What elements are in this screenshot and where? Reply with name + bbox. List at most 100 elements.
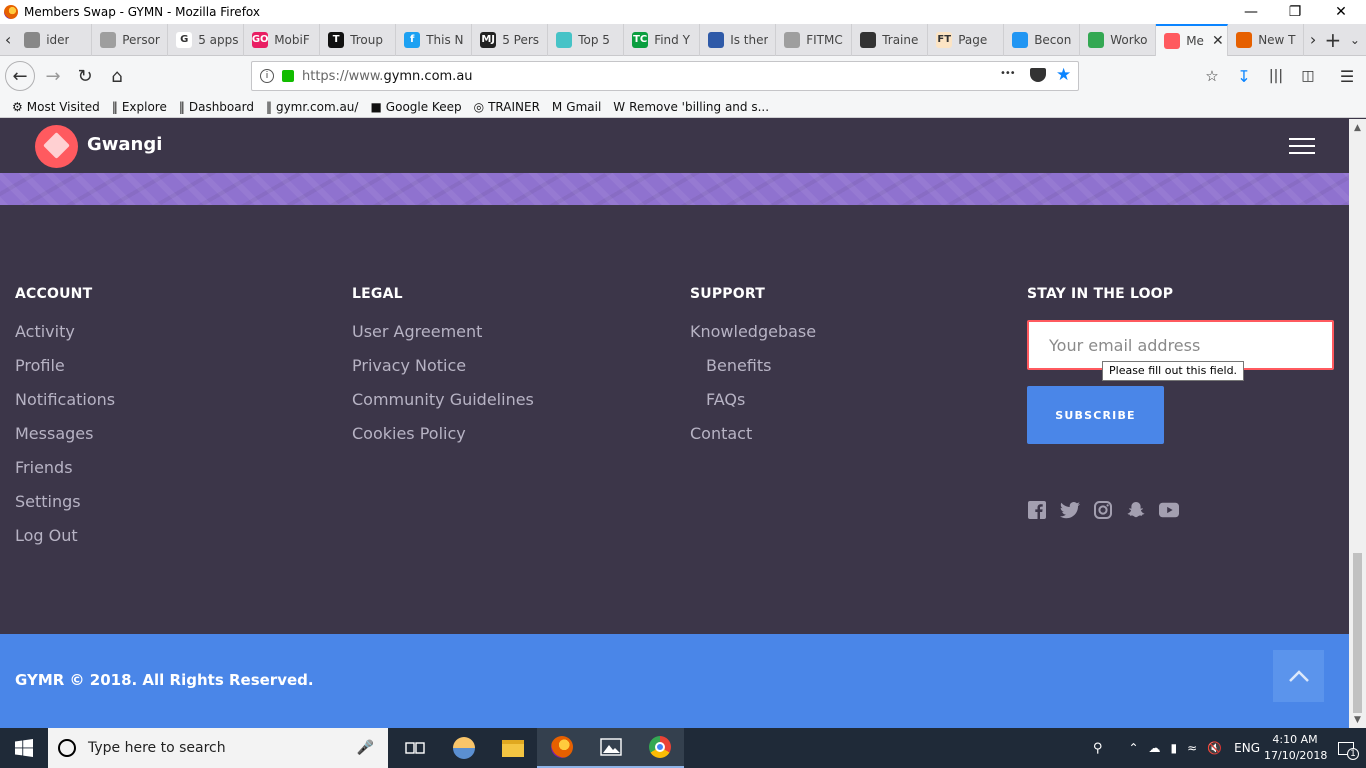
file-explorer-icon[interactable] — [488, 728, 537, 768]
task-view-icon[interactable] — [390, 728, 439, 768]
bookmark-item[interactable]: ‖ gymr.com.au/ — [266, 100, 359, 114]
browser-tab[interactable]: f This N — [396, 23, 473, 56]
scrollbar-thumb[interactable] — [1353, 553, 1362, 713]
browser-tab[interactable]: FITMC — [776, 23, 853, 56]
account-link[interactable]: Friends — [15, 458, 115, 492]
weather-app-icon[interactable] — [439, 728, 488, 768]
scroll-tabs-right-icon[interactable]: › — [1304, 24, 1322, 56]
tab-list-chevron-icon[interactable]: ⌄ — [1344, 24, 1366, 56]
page-actions-icon[interactable]: ••• — [1000, 68, 1016, 79]
legal-link[interactable]: Privacy Notice — [352, 356, 534, 390]
sidebar-icon[interactable]: ◫ — [1293, 61, 1323, 91]
page-scrollbar[interactable]: ▲ ▼ — [1349, 119, 1366, 728]
account-link[interactable]: Notifications — [15, 390, 115, 424]
legal-link[interactable]: User Agreement — [352, 322, 534, 356]
forward-button[interactable]: → — [38, 61, 68, 91]
browser-tab[interactable]: TC Find Y — [624, 23, 701, 56]
scroll-down-arrow-icon[interactable]: ▼ — [1349, 711, 1366, 728]
bookmark-item[interactable]: ‖ Dashboard — [179, 100, 254, 114]
scroll-tabs-left-icon[interactable]: ‹ — [0, 24, 16, 56]
reload-button[interactable]: ↻ — [70, 61, 100, 91]
tab-favicon-icon — [784, 31, 801, 48]
battery-icon[interactable]: ▮ — [1171, 741, 1178, 755]
browser-tab[interactable]: Top 5 — [548, 23, 625, 56]
scroll-up-arrow-icon[interactable]: ▲ — [1349, 119, 1366, 136]
browser-tab[interactable]: New T — [1228, 23, 1305, 56]
youtube-icon[interactable] — [1159, 500, 1179, 520]
browser-tab[interactable]: MJ 5 Pers — [472, 23, 549, 56]
support-link[interactable]: Contact — [690, 424, 816, 458]
support-link[interactable]: FAQs — [690, 390, 816, 424]
hamburger-menu-icon[interactable] — [1289, 138, 1315, 155]
browser-tab[interactable]: Becon — [1004, 23, 1081, 56]
reader-icon[interactable]: ☆ — [1197, 61, 1227, 91]
tab-favicon-icon — [1164, 32, 1181, 49]
account-link[interactable]: Profile — [15, 356, 115, 390]
downloads-icon[interactable]: ↧ — [1229, 61, 1259, 91]
legal-link[interactable]: Community Guidelines — [352, 390, 534, 424]
restore-button[interactable]: ❐ — [1272, 0, 1318, 24]
back-to-top-button[interactable] — [1273, 650, 1324, 702]
bookmark-item[interactable]: ■ Google Keep — [370, 100, 461, 114]
snapchat-icon[interactable] — [1126, 500, 1146, 520]
library-icon[interactable]: ||| — [1261, 61, 1291, 91]
account-link[interactable]: Settings — [15, 492, 115, 526]
account-link[interactable]: Log Out — [15, 526, 115, 560]
twitter-icon[interactable] — [1060, 500, 1080, 520]
site-info-icon[interactable]: i — [260, 69, 274, 83]
onedrive-error-icon[interactable]: ☁ — [1149, 741, 1161, 755]
show-hidden-icons-chevron-icon[interactable]: ⌃ — [1128, 741, 1138, 755]
photos-app-icon[interactable] — [586, 728, 635, 768]
close-tab-icon[interactable]: ✕ — [1212, 33, 1224, 49]
taskbar-search-box[interactable]: Type here to search 🎤 — [48, 728, 388, 768]
tab-active[interactable]: Me ✕ — [1156, 23, 1229, 56]
chrome-taskbar-icon[interactable] — [635, 728, 684, 768]
home-button[interactable]: ⌂ — [102, 61, 132, 91]
microphone-icon[interactable]: 🎤 — [357, 740, 374, 756]
minimize-button[interactable]: — — [1228, 0, 1274, 24]
menu-icon[interactable]: ☰ — [1332, 61, 1362, 91]
site-logo-icon[interactable] — [35, 125, 78, 168]
bookmark-star-icon[interactable]: ★ — [1056, 65, 1071, 85]
tab-label: FITMC — [806, 32, 843, 47]
bookmark-item[interactable]: ⚙ Most Visited — [12, 100, 100, 114]
browser-tab[interactable]: Is ther — [700, 23, 777, 56]
support-link[interactable]: Benefits — [690, 356, 816, 390]
bookmark-item[interactable]: ‖ Explore — [112, 100, 167, 114]
bookmark-item[interactable]: M Gmail — [552, 100, 601, 114]
browser-tab[interactable]: T Troup — [320, 23, 397, 56]
site-brand[interactable]: Gwangi — [87, 134, 162, 155]
wifi-icon[interactable]: ≈ — [1187, 741, 1197, 755]
browser-tab[interactable]: Traine — [852, 23, 929, 56]
action-center-icon[interactable]: 1 — [1326, 728, 1366, 768]
facebook-icon[interactable] — [1027, 500, 1047, 520]
people-icon[interactable]: ⚲ — [1093, 741, 1103, 756]
bookmark-item[interactable]: W Remove 'billing and s... — [613, 100, 769, 114]
browser-tab[interactable]: FT Page — [928, 23, 1005, 56]
url-text[interactable]: https://www.gymn.com.au — [302, 69, 473, 84]
support-link[interactable]: Knowledgebase — [690, 322, 816, 356]
browser-tab[interactable]: GO MobiF — [244, 23, 321, 56]
taskbar-clock[interactable]: 4:10 AM 17/10/2018 — [1264, 732, 1327, 764]
subscribe-button[interactable]: SUBSCRIBE — [1027, 386, 1164, 444]
new-tab-icon[interactable]: + — [1322, 24, 1344, 56]
bookmark-item[interactable]: ◎ TRAINER — [474, 100, 540, 114]
close-window-button[interactable]: ✕ — [1318, 0, 1364, 24]
browser-tab[interactable]: ider — [16, 23, 93, 56]
browser-tab[interactable]: G 5 apps — [168, 23, 245, 56]
volume-muted-icon[interactable]: 🔇 — [1207, 741, 1222, 755]
url-bar[interactable]: i https://www.gymn.com.au ••• ★ — [251, 61, 1079, 91]
window-titlebar: Members Swap - GYMN - Mozilla Firefox — … — [0, 0, 1366, 24]
windows-start-button[interactable] — [0, 728, 48, 768]
account-link[interactable]: Messages — [15, 424, 115, 458]
language-indicator[interactable]: ENG — [1234, 741, 1260, 755]
instagram-icon[interactable] — [1093, 500, 1113, 520]
tab-label: 5 apps — [198, 32, 239, 47]
browser-tab[interactable]: Persor — [92, 23, 169, 56]
legal-link[interactable]: Cookies Policy — [352, 424, 534, 458]
browser-tab[interactable]: Worko — [1080, 23, 1157, 56]
back-button[interactable]: ← — [5, 61, 35, 91]
pocket-icon[interactable] — [1030, 68, 1046, 82]
firefox-taskbar-icon[interactable] — [537, 728, 586, 768]
account-link[interactable]: Activity — [15, 322, 115, 356]
